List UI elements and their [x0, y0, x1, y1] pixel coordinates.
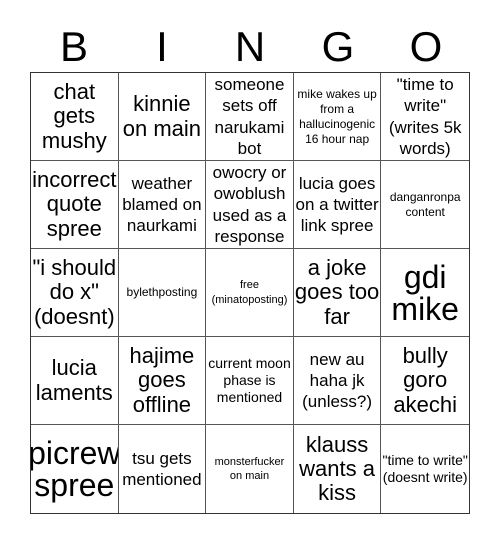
- bingo-cell[interactable]: hajime goes offline: [118, 337, 207, 425]
- bingo-cell[interactable]: "time to write" (writes 5k words): [381, 73, 469, 161]
- bingo-cell[interactable]: "i should do x" (doesnt): [31, 249, 119, 337]
- header-letter-n: N: [234, 23, 266, 70]
- bingo-cell[interactable]: klauss wants a kiss: [294, 425, 382, 513]
- bingo-cell[interactable]: a joke goes too far: [293, 249, 382, 337]
- bingo-cell[interactable]: bully goro akechi: [381, 337, 469, 425]
- bingo-cell[interactable]: owocry or owoblush used as a response: [206, 161, 294, 249]
- bingo-header: B I N G O: [30, 22, 470, 72]
- bingo-cell[interactable]: lucia goes on a twitter link spree: [293, 161, 382, 249]
- bingo-free-cell[interactable]: free (minatoposting): [206, 249, 294, 337]
- bingo-cell[interactable]: gdi mike: [381, 249, 469, 337]
- bingo-cell[interactable]: danganronpa content: [381, 161, 469, 249]
- bingo-cell[interactable]: lucia laments: [31, 337, 119, 425]
- header-letter-g: G: [321, 23, 355, 70]
- bingo-cell[interactable]: incorrect quote spree: [31, 161, 119, 249]
- bingo-cell[interactable]: picrew spree: [31, 425, 119, 513]
- header-letter-i: I: [156, 23, 168, 70]
- bingo-cell[interactable]: current moon phase is mentioned: [206, 337, 294, 425]
- bingo-cell[interactable]: bylethposting: [118, 249, 207, 337]
- header-letter-o: O: [409, 23, 443, 70]
- bingo-cell[interactable]: chat gets mushy: [31, 73, 119, 161]
- bingo-grid: chat gets mushy kinnie on main someone s…: [30, 72, 470, 514]
- bingo-cell[interactable]: kinnie on main: [118, 73, 207, 161]
- bingo-cell[interactable]: weather blamed on naurkami: [118, 161, 207, 249]
- header-letter-b: B: [59, 23, 88, 70]
- bingo-cell[interactable]: someone sets off narukami bot: [206, 73, 294, 161]
- bingo-cell[interactable]: "time to write" (doesnt write): [381, 425, 469, 513]
- bingo-cell[interactable]: new au haha jk (unless?): [293, 337, 382, 425]
- bingo-cell[interactable]: tsu gets mentioned: [119, 425, 207, 513]
- bingo-cell[interactable]: mike wakes up from a hallucinogenic 16 h…: [293, 73, 382, 161]
- bingo-cell[interactable]: monsterfucker on main: [206, 425, 294, 513]
